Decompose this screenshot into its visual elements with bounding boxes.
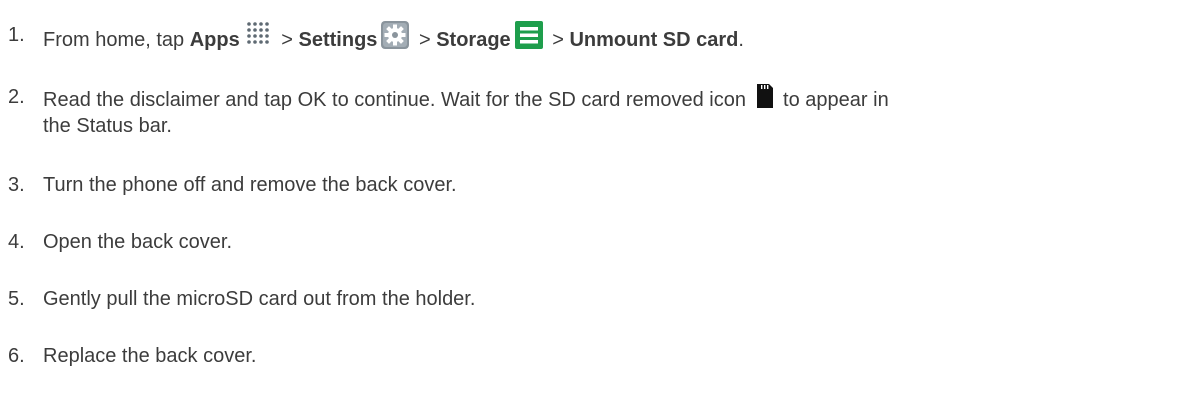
storage-icon (514, 20, 544, 50)
settings-gear-icon (380, 20, 410, 50)
step-number: 5. (8, 288, 25, 310)
separator: > (413, 29, 437, 51)
storage-label: Storage (436, 29, 511, 51)
step-number: 6. (8, 345, 25, 367)
sd-card-removed-icon (755, 82, 775, 110)
step-text: Turn the phone off and remove the back c… (43, 174, 457, 196)
step-text: the Status bar. (43, 115, 172, 137)
separator: > (546, 29, 570, 51)
step-text-part: to appear in (777, 89, 889, 111)
separator: > (275, 29, 299, 51)
sentence-end: . (738, 29, 744, 51)
step-number: 1. (8, 24, 25, 46)
apps-label: Apps (189, 29, 240, 51)
step-number: 4. (8, 231, 25, 253)
step-text-part: Read the disclaimer and tap OK to contin… (43, 89, 752, 111)
apps-grid-icon (243, 20, 273, 50)
step-text: Gently pull the microSD card out from th… (43, 288, 476, 310)
step-text: From home, tap Apps > Settings > Storage… (43, 20, 1173, 55)
unmount-sd-card-label: Unmount SD card (569, 29, 739, 51)
step-number: 3. (8, 174, 25, 196)
step-text-from-home: From home, tap (43, 29, 190, 51)
step-text: Open the back cover. (43, 231, 233, 253)
step-text: Replace the back cover. (43, 345, 257, 367)
settings-label: Settings (298, 29, 378, 51)
step-number: 2. (8, 86, 25, 108)
